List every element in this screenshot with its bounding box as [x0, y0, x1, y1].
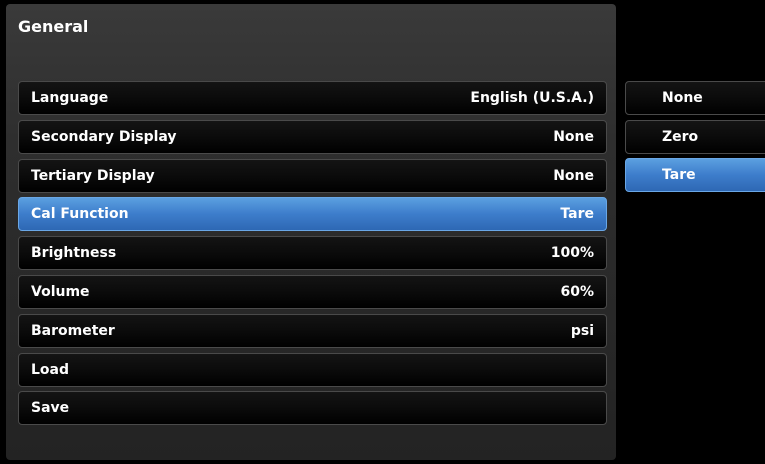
setting-value: English (U.S.A.): [470, 90, 594, 106]
settings-list: Language English (U.S.A.) Secondary Disp…: [18, 81, 607, 430]
setting-row-volume[interactable]: Volume 60%: [18, 274, 607, 309]
setting-label: Secondary Display: [31, 128, 177, 145]
panel-title: General: [18, 17, 89, 36]
setting-value: None: [553, 167, 594, 184]
setting-row-secondary-display[interactable]: Secondary Display None: [18, 119, 607, 154]
setting-value: Tare: [560, 206, 594, 223]
setting-row-brightness[interactable]: Brightness 100%: [18, 236, 607, 271]
option-tare[interactable]: Tare: [625, 158, 765, 193]
option-label: Tare: [662, 167, 696, 184]
setting-label: Tertiary Display: [31, 167, 155, 184]
option-none[interactable]: None: [625, 81, 765, 115]
setting-value: 100%: [550, 245, 594, 262]
setting-row-cal-function[interactable]: Cal Function Tare: [18, 197, 607, 232]
setting-row-language[interactable]: Language English (U.S.A.): [18, 81, 607, 115]
save-button[interactable]: Save: [18, 391, 607, 426]
setting-label: Cal Function: [31, 206, 129, 223]
setting-label: Load: [31, 361, 70, 378]
general-settings-panel: General Language English (U.S.A.) Second…: [6, 4, 616, 460]
setting-label: Language: [31, 90, 109, 106]
setting-value: psi: [570, 322, 594, 339]
setting-label: Brightness: [31, 245, 117, 262]
setting-value: 60%: [560, 283, 594, 300]
setting-row-barometer[interactable]: Barometer psi: [18, 313, 607, 348]
cal-function-options: None Zero Tare: [625, 81, 765, 197]
setting-value: None: [553, 128, 594, 145]
setting-label: Save: [31, 400, 70, 417]
load-button[interactable]: Load: [18, 352, 607, 387]
option-label: None: [662, 90, 703, 106]
option-label: Zero: [662, 128, 699, 145]
setting-row-tertiary-display[interactable]: Tertiary Display None: [18, 158, 607, 193]
option-zero[interactable]: Zero: [625, 119, 765, 154]
setting-label: Volume: [31, 283, 90, 300]
setting-label: Barometer: [31, 322, 115, 339]
